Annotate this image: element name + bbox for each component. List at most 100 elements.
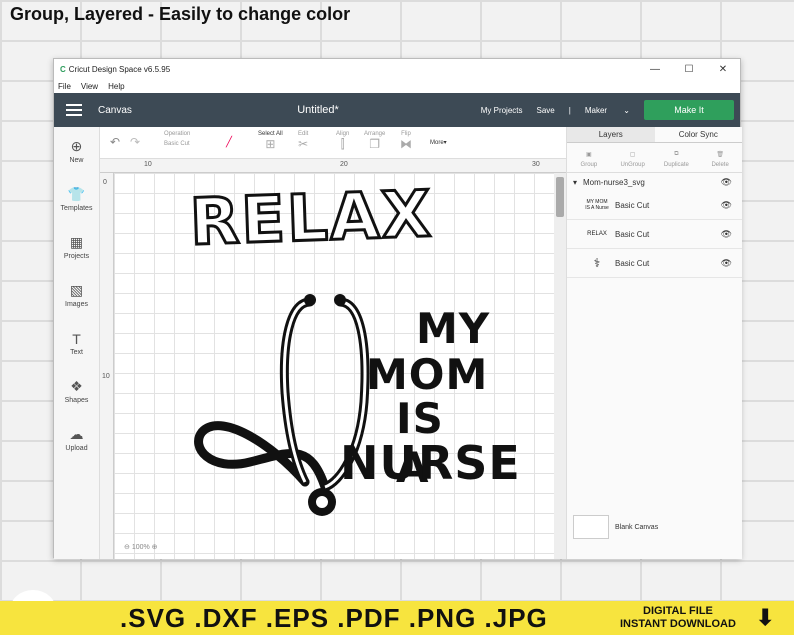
caret-down-icon[interactable]: ▾ <box>573 178 577 187</box>
hamburger-menu-icon[interactable] <box>54 101 84 119</box>
ruler-tick: 30 <box>532 161 540 168</box>
tool-label: Shapes <box>64 397 89 404</box>
arrange-button[interactable]: Arrange ❐ <box>364 131 385 151</box>
window-title: Cricut Design Space v6.5.95 <box>68 64 171 74</box>
relax-text: RELAX <box>187 176 435 261</box>
layer-item[interactable]: MY MOM IS A Nurse Basic Cut 👁 <box>567 191 742 220</box>
app-header: Canvas Untitled* My Projects Save | Make… <box>54 93 740 127</box>
operation-label: Operation <box>164 131 191 137</box>
group-icon: ▣ <box>586 152 592 158</box>
menu-file[interactable]: File <box>58 82 71 91</box>
layer-thumbnail: MY MOM IS A Nurse <box>585 199 609 211</box>
text-icon: T <box>72 330 81 347</box>
flip-button[interactable]: Flip ⧓ <box>400 131 412 151</box>
instant-download-label: INSTANT DOWNLOAD <box>620 618 736 630</box>
tool-label: Text <box>70 348 83 356</box>
group-label: Group <box>580 162 598 168</box>
file-formats: .SVG .DXF .EPS .PDF .PNG .JPG <box>120 603 548 633</box>
edit-button[interactable]: Edit ✂ <box>298 131 308 151</box>
operation-value: Basic Cut <box>164 141 190 147</box>
tool-shapes[interactable]: ❖ Shapes <box>54 367 99 415</box>
group-button[interactable]: ▣ Group <box>567 143 611 172</box>
edit-icon: ✂ <box>298 137 309 151</box>
zoom-control[interactable]: ⊖ 100% ⊕ <box>124 543 158 551</box>
tool-upload[interactable]: ☁ Upload <box>54 415 99 463</box>
ungroup-button[interactable]: ▢ UnGroup <box>611 143 655 172</box>
eye-icon[interactable]: 👁 <box>721 258 732 269</box>
ruler-vertical: 0 10 <box>100 173 114 559</box>
header-separator: | <box>568 105 571 115</box>
eye-icon[interactable]: 👁 <box>721 229 732 240</box>
layer-item[interactable]: ⚕ Basic Cut 👁 <box>567 249 742 278</box>
my-text: MY <box>416 304 491 353</box>
pen-icon[interactable]: ╱ <box>226 137 232 148</box>
nurse-design[interactable]: RELAX MY MOM IS A NURSE <box>187 176 520 522</box>
zoom-level: 100% <box>131 544 150 551</box>
blank-canvas-label: Blank Canvas <box>615 523 659 531</box>
ungroup-icon: ▢ <box>629 152 636 158</box>
title-bar: C Cricut Design Space v6.5.95 — ☐ ✕ <box>54 59 740 79</box>
upload-cloud-icon: ☁ <box>69 426 84 442</box>
operation-select[interactable]: Operation Basic Cut <box>164 131 190 147</box>
machine-select[interactable]: Maker ⌄ <box>585 106 630 115</box>
trash-icon: 🗑 <box>716 152 724 158</box>
layer-label: Basic Cut <box>615 229 650 239</box>
duplicate-button[interactable]: ⧉ Duplicate <box>655 143 699 172</box>
select-all-icon: ⊞ <box>265 137 276 151</box>
shapes-icon: ❖ <box>70 378 83 394</box>
tool-new[interactable]: ⊕ New <box>54 127 99 175</box>
layer-label: Basic Cut <box>615 200 650 210</box>
undo-icon[interactable]: ↶ <box>110 135 120 149</box>
arrange-icon: ❐ <box>369 137 381 151</box>
menu-view[interactable]: View <box>81 82 98 91</box>
tool-label: New <box>69 157 84 164</box>
tool-projects[interactable]: ▦ Projects <box>54 223 99 271</box>
blank-canvas-layer[interactable]: Blank Canvas <box>573 515 658 539</box>
layer-item[interactable]: RELAX Basic Cut 👁 <box>567 220 742 249</box>
eye-icon[interactable]: 👁 <box>721 177 732 188</box>
mom-text: MOM <box>366 350 489 399</box>
flip-icon: ⧓ <box>400 137 412 151</box>
tab-color-sync[interactable]: Color Sync <box>654 127 742 143</box>
stethoscope-icon: ⚕ <box>593 256 601 270</box>
edit-toolbar: ↶ ↷ Operation Basic Cut ╱ Select All ⊞ Edi… <box>100 127 566 159</box>
eye-icon[interactable]: 👁 <box>721 200 732 211</box>
close-button[interactable]: ✕ <box>706 64 740 75</box>
redo-icon[interactable]: ↷ <box>130 135 140 149</box>
tool-text[interactable]: T Text <box>54 319 99 367</box>
formats-banner: .SVG .DXF .EPS .PDF .PNG .JPG DIGITAL FI… <box>0 601 794 635</box>
tool-label: Images <box>65 301 88 308</box>
tool-images[interactable]: ▧ Images <box>54 271 99 319</box>
maximize-button[interactable]: ☐ <box>672 64 706 75</box>
canvas-label: Canvas <box>98 104 132 116</box>
more-button[interactable]: More▾ <box>430 139 447 146</box>
ruler-tick: 0 <box>103 179 107 186</box>
group-name: Mom-nurse3_svg <box>583 177 645 187</box>
tool-label: Templates <box>60 205 93 212</box>
new-icon: ⊕ <box>70 138 83 154</box>
nurse-text: NURSE <box>340 436 521 490</box>
image-icon: ▧ <box>69 282 84 298</box>
ruler-tick: 10 <box>102 373 110 380</box>
delete-button[interactable]: 🗑 Delete <box>698 143 742 172</box>
minimize-button[interactable]: — <box>638 64 672 75</box>
my-projects-link[interactable]: My Projects <box>481 106 523 115</box>
tool-templates[interactable]: 👕 Templates <box>54 175 99 223</box>
align-icon: ⫿ <box>340 137 345 151</box>
tab-layers[interactable]: Layers <box>567 127 655 143</box>
align-button[interactable]: Align ⫿ <box>336 131 349 152</box>
canvas-scrollbar[interactable] <box>554 173 566 559</box>
make-it-button[interactable]: Make It <box>644 100 734 120</box>
layer-group[interactable]: ▾ Mom-nurse3_svg 👁 <box>567 173 742 191</box>
menu-bar: File View Help <box>54 79 740 93</box>
ungroup-label: UnGroup <box>620 162 645 168</box>
menu-help[interactable]: Help <box>108 82 124 91</box>
document-title[interactable]: Untitled* <box>218 104 418 116</box>
select-all-button[interactable]: Select All ⊞ <box>258 131 283 151</box>
scroll-thumb[interactable] <box>556 177 564 217</box>
blank-canvas-swatch <box>573 515 609 539</box>
layer-label: Basic Cut <box>615 258 650 268</box>
save-button[interactable]: Save <box>537 106 555 115</box>
digital-download-text: DIGITAL FILE INSTANT DOWNLOAD <box>620 605 736 631</box>
ruler-tick: 10 <box>144 161 152 168</box>
